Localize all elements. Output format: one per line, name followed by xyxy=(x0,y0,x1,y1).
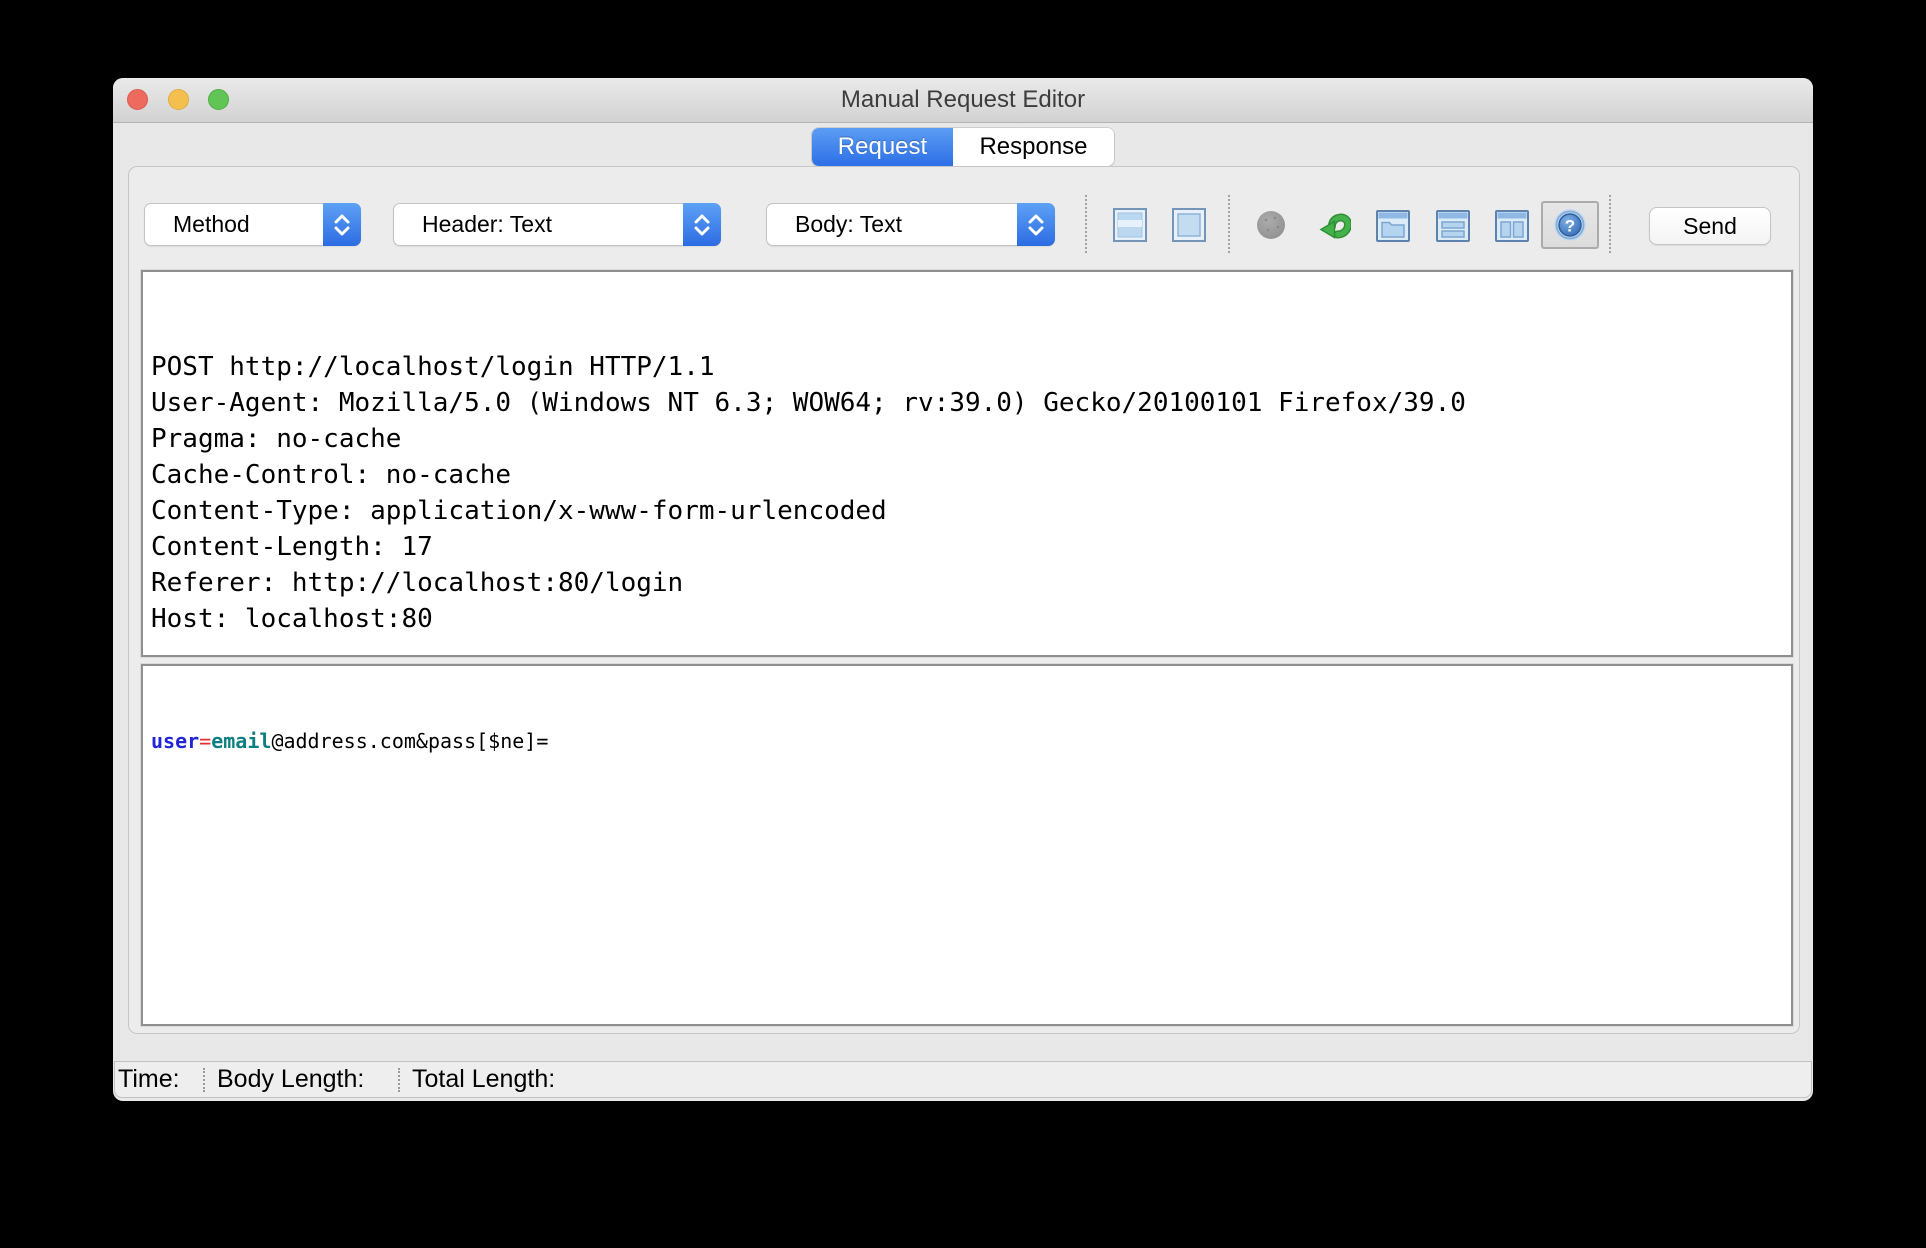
screen-background: Manual Request Editor Request Response M… xyxy=(0,0,1926,1248)
body-view-dropdown-value: Body: Text xyxy=(795,211,902,237)
manual-request-editor-window: Manual Request Editor Request Response M… xyxy=(113,78,1813,1101)
request-response-tabs: Request Response xyxy=(812,128,1114,166)
resend-icon[interactable] xyxy=(1318,208,1352,242)
total-length-label: Total Length: xyxy=(412,1065,556,1093)
send-button[interactable]: Send xyxy=(1649,207,1771,245)
method-dropdown-value: Method xyxy=(173,211,250,237)
request-body-editor[interactable]: user=email@address.com&pass[$ne]= xyxy=(141,664,1793,1026)
chevron-up-down-icon xyxy=(1017,203,1055,246)
body-view-dropdown[interactable]: Body: Text xyxy=(766,203,1055,246)
request-header-text: POST http://localhost/login HTTP/1.1 User… xyxy=(151,352,1466,634)
record-icon[interactable] xyxy=(1255,209,1287,241)
svg-text:?: ? xyxy=(1565,217,1575,236)
tab-view-icon[interactable] xyxy=(1375,209,1410,242)
toolbar-separator xyxy=(1228,195,1230,253)
header-view-dropdown[interactable]: Header: Text xyxy=(393,203,721,246)
request-body-text: user=email@address.com&pass[$ne]= xyxy=(151,729,549,753)
tab-response[interactable]: Response xyxy=(953,128,1114,166)
header-view-dropdown-value: Header: Text xyxy=(422,211,552,237)
request-header-editor[interactable]: POST http://localhost/login HTTP/1.1 User… xyxy=(141,270,1793,657)
time-label: Time: xyxy=(118,1065,180,1093)
help-icon: ? xyxy=(1554,209,1586,241)
toolbar-separator xyxy=(1609,195,1611,253)
split-vertical-icon[interactable] xyxy=(1494,209,1529,242)
method-dropdown[interactable]: Method xyxy=(144,203,361,246)
tab-request[interactable]: Request xyxy=(812,128,953,166)
chevron-up-down-icon xyxy=(683,203,721,246)
toolbar-separator xyxy=(1085,195,1087,253)
split-horizontal-icon[interactable] xyxy=(1435,209,1470,242)
body-length-label: Body Length: xyxy=(217,1065,365,1093)
chevron-up-down-icon xyxy=(323,203,361,246)
pane-combined-icon[interactable] xyxy=(1112,207,1148,243)
status-separator xyxy=(398,1067,400,1092)
help-button[interactable]: ? xyxy=(1541,201,1599,249)
pane-single-icon[interactable] xyxy=(1171,207,1207,243)
status-bar: Time: Body Length: Total Length: xyxy=(114,1061,1812,1098)
request-panel: Method Header: Text Body: Text ? Send PO… xyxy=(128,166,1800,1034)
status-separator xyxy=(203,1067,205,1092)
window-title: Manual Request Editor xyxy=(840,86,1086,113)
title-bar: Manual Request Editor xyxy=(113,78,1813,123)
